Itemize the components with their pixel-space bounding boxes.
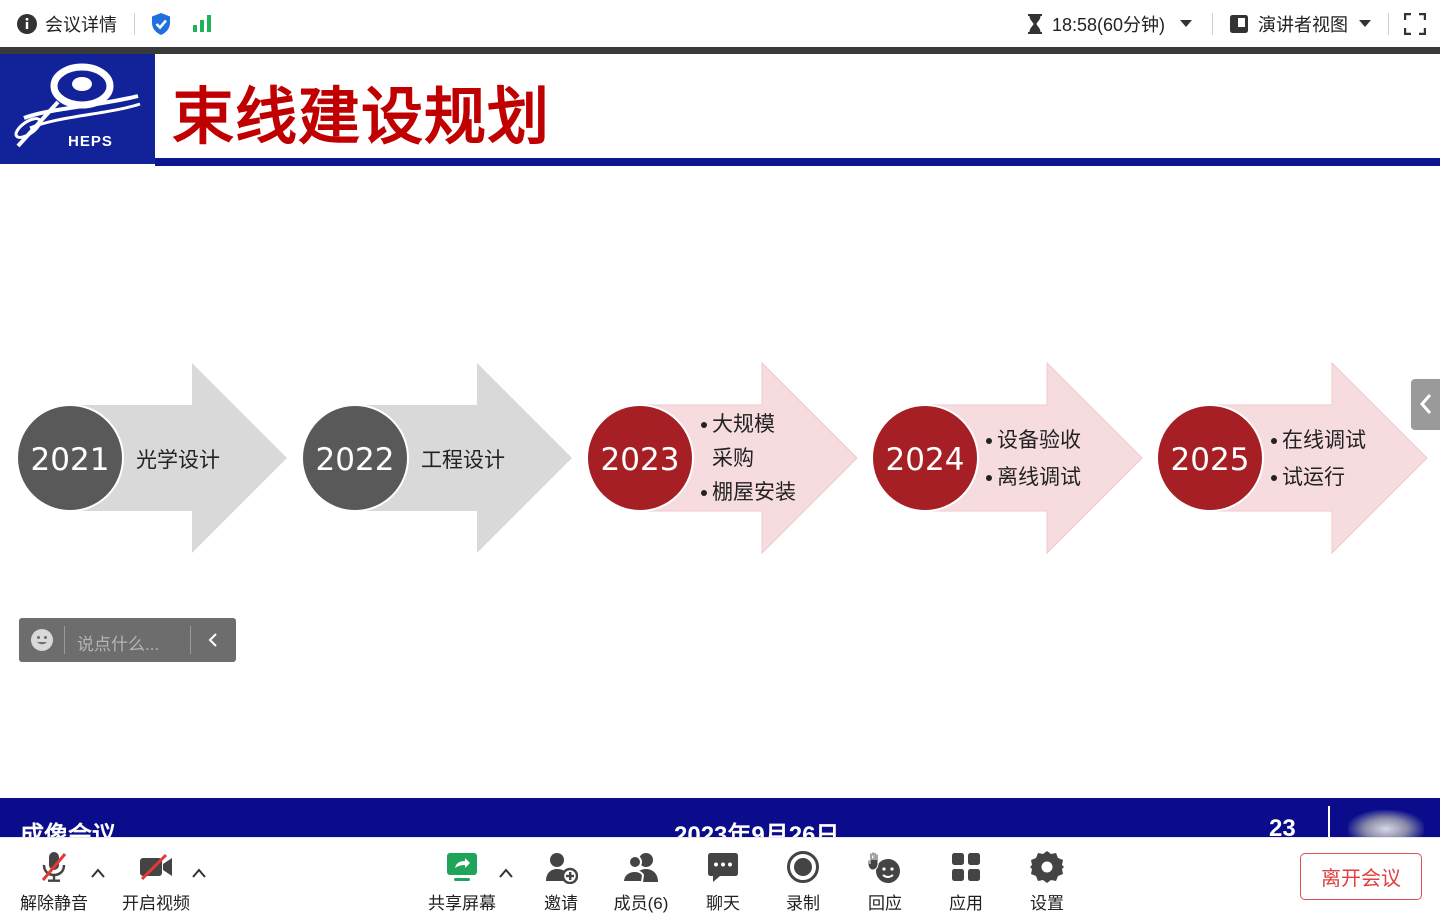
chat-button[interactable]: 聊天 [698,838,748,916]
raise-hand-emoji-icon [867,851,900,883]
timeline-item-text: 大规模 [712,412,775,436]
timeline-year-label: 2022 [316,442,395,478]
members-icon [622,853,658,883]
meeting-timer[interactable]: 18:58(60分钟) [1026,0,1193,47]
gear-icon [1030,851,1064,883]
security-indicator[interactable] [150,0,172,47]
timeline-item-text: 光学设计 [136,448,220,472]
fullscreen-icon [1404,12,1426,35]
timeline-year-label: 2024 [886,442,965,478]
chat-icon [708,853,738,882]
timeline-year-label: 2023 [601,442,680,478]
shared-slide: HEPS 束线建设规划 2021 光学设计 2022 工程设计 2023 大规模 采购 棚屋安… [0,54,1440,837]
record-button[interactable]: 录制 [778,838,828,916]
apps-grid-icon [952,853,980,881]
reactions-label: 回应 [868,894,902,913]
divider [190,626,191,654]
chat-label: 聊天 [706,894,740,913]
start-video-label: 开启视频 [122,894,190,913]
fullscreen-button[interactable] [1404,0,1426,47]
footer-facility-image [1348,810,1424,837]
settings-label: 设置 [1030,894,1064,913]
divider [1388,13,1389,35]
share-screen-icon [447,853,477,881]
slide-footer: 成像会议 2023年9月26日 23 [0,798,1440,837]
timeline-item-text: 设备验收 [997,428,1081,452]
chat-input[interactable]: 说点什么... [77,630,159,655]
apps-button[interactable]: 应用 [941,838,991,916]
members-label: 成员(6) [613,894,669,913]
view-mode-selector[interactable]: 演讲者视图 [1229,0,1372,47]
timeline-item-text: 采购 [712,446,754,470]
footer-page-number: 23 [1269,815,1296,837]
timeline-item-text: 离线调试 [997,465,1081,489]
meeting-toolbar: 解除静音 开启视频 共享屏幕 邀请 成员(6) 聊天 录制 回应 应用 设置 离… [0,837,1440,916]
bullet-dot [1271,475,1277,481]
leave-meeting-button[interactable]: 离开会议 [1300,853,1422,900]
bullet-dot [1271,438,1277,444]
share-screen-label: 共享屏幕 [428,894,496,913]
record-label: 录制 [786,894,820,913]
footer-meeting-name: 成像会议 [20,822,116,837]
timeline-item-text: 在线调试 [1282,428,1366,452]
footer-date: 2023年9月26日 [674,822,840,837]
divider [1212,13,1213,35]
network-signal-indicator[interactable] [192,0,214,47]
bullet-dot [986,475,992,481]
settings-button[interactable]: 设置 [1022,838,1072,916]
apps-label: 应用 [949,894,983,913]
meeting-details-label: 会议详情 [45,14,117,35]
shield-check-icon [152,12,170,35]
bullet-dot [701,490,707,496]
invite-label: 邀请 [544,894,578,913]
meeting-top-bar: 会议详情 18:58(60分钟) 演讲者视图 [0,0,1440,48]
info-icon [17,13,37,34]
timer-label: 18:58(60分钟) [1052,14,1166,35]
timeline-item-text: 棚屋安装 [712,480,796,504]
microphone-muted-icon [41,852,67,882]
view-mode-label: 演讲者视图 [1258,14,1348,35]
timeline-item-text: 试运行 [1282,465,1345,489]
bullet-dot [701,422,707,428]
emoji-icon[interactable] [30,628,54,652]
chevron-down-icon [1180,20,1193,27]
share-screen-button[interactable]: 共享屏幕 [426,838,498,916]
signal-bars-icon [193,14,211,32]
footer-divider [1328,806,1330,837]
share-options-chevron-icon[interactable] [499,868,513,878]
timeline-year-label: 2021 [31,442,110,478]
screen-share-border [0,47,1440,54]
meeting-details-button[interactable]: 会议详情 [16,0,117,47]
side-panel-toggle[interactable] [1411,379,1440,430]
bullet-dot [986,438,992,444]
collapse-chevron-icon[interactable] [207,632,219,648]
members-button[interactable]: 成员(6) [608,838,674,916]
hourglass-icon [1028,13,1042,34]
audio-options-chevron-icon[interactable] [91,868,105,878]
record-icon [787,851,819,883]
start-video-button[interactable]: 开启视频 [118,838,194,916]
video-options-chevron-icon[interactable] [192,868,206,878]
timeline-year-label: 2025 [1171,442,1250,478]
unmute-label: 解除静音 [20,894,88,913]
camera-off-icon [140,853,172,881]
layout-icon [1230,14,1248,33]
chevron-left-icon [1419,394,1432,414]
chevron-down-icon [1359,20,1371,27]
invite-button[interactable]: 邀请 [536,838,586,916]
divider [134,13,135,35]
reactions-button[interactable]: 回应 [860,838,910,916]
timeline-diagram: 2021 光学设计 2022 工程设计 2023 大规模采购棚屋安装 2024 设备验收离线调… [16,361,1428,555]
unmute-button[interactable]: 解除静音 [18,838,90,916]
add-person-icon [546,853,578,884]
timeline-item-text: 工程设计 [421,448,505,472]
divider [64,626,65,654]
quick-chat-bar: 说点什么... [19,618,236,662]
